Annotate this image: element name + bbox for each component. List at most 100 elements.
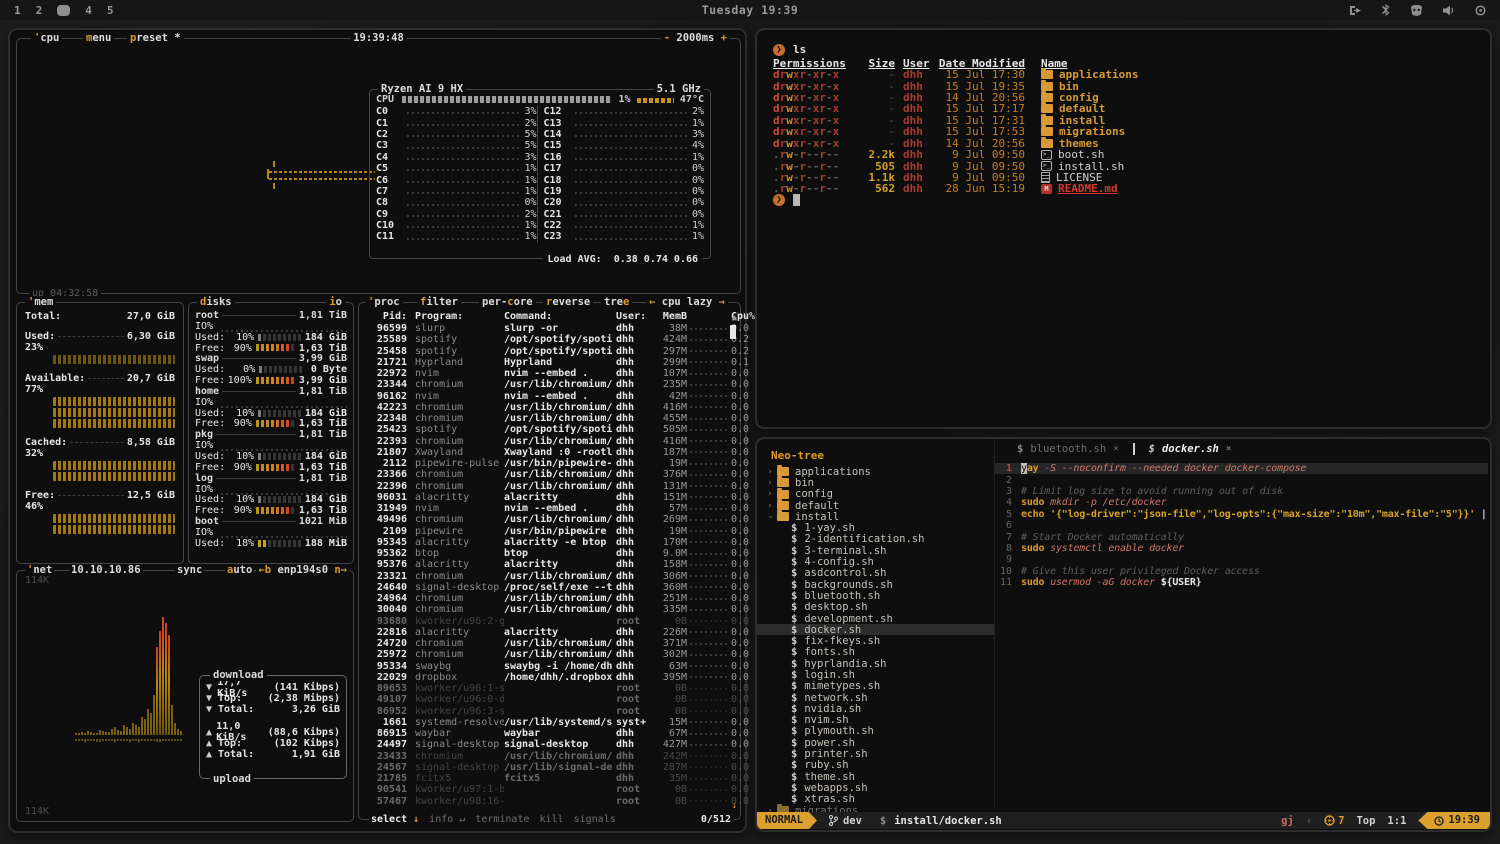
mem-box-title[interactable]: 'mem <box>25 296 56 308</box>
process-row[interactable]: 22029dropbox/home/dhh/.dropboxdhh395M0.0 <box>367 672 734 683</box>
editor-line-3[interactable]: 3# Limit log size to avoid running out o… <box>995 486 1488 497</box>
terminate-action[interactable]: terminate <box>475 814 529 825</box>
process-row[interactable]: 86915waybarwaybardhh67M0.0 <box>367 728 734 739</box>
editor-pane[interactable]: 1yay -S --noconfirm --needed docker dock… <box>994 459 1488 808</box>
process-row[interactable]: 42223chromium/usr/lib/chromium/dhh416M0.… <box>367 402 734 413</box>
process-row[interactable]: 24567signal-desktop/usr/lib/signal-dedhh… <box>367 762 734 773</box>
tree-folder-migrations[interactable]: ›migrations <box>757 805 994 812</box>
process-row[interactable]: 25972chromium/usr/lib/chromium/dhh302M0.… <box>367 649 734 660</box>
process-row[interactable]: 30040chromium/usr/lib/chromium/dhh335M0.… <box>367 604 734 615</box>
process-row[interactable]: 95362btopbtopdhh9.0M0.0 <box>367 548 734 559</box>
tree-folder-default[interactable]: ›default <box>757 500 994 511</box>
editor-line-5[interactable]: 5echo '{"log-driver":"json-file","log-op… <box>995 509 1488 520</box>
tree-file-2-identification.sh[interactable]: $2-identification.sh <box>757 534 994 545</box>
signals-action[interactable]: signals <box>574 814 616 825</box>
logout-icon[interactable] <box>1349 5 1362 16</box>
process-row[interactable]: 95334swaybgswaybg -i /home/dhdhh63M0.0 <box>367 661 734 672</box>
vpn-icon[interactable] <box>1410 5 1423 16</box>
editor-line-4[interactable]: 4sudo mkdir -p /etc/docker <box>995 497 1488 508</box>
process-row[interactable]: 96031alacrittyalacrittydhh151M0.0 <box>367 492 734 503</box>
editor-line-7[interactable]: 7# Start Docker automatically <box>995 531 1488 542</box>
editor-line-9[interactable]: 9 <box>995 554 1488 565</box>
process-row[interactable]: 49107kworker/u96:0-dmroot0B0.0 <box>367 694 734 705</box>
process-row[interactable]: 31949nvimnvim --embed .dhh57M0.0 <box>367 503 734 514</box>
info-action[interactable]: info ↵ <box>429 814 465 825</box>
tree-file-ruby.sh[interactable]: $ruby.sh <box>757 760 994 771</box>
process-row[interactable]: 24964chromium/usr/lib/chromium/dhh251M0.… <box>367 593 734 604</box>
tree-file-webapps.sh[interactable]: $webapps.sh <box>757 782 994 793</box>
process-row[interactable]: 96162nvimnvim --embed .dhh42M0.0 <box>367 391 734 402</box>
sort-selector[interactable]: ← cpu lazy → <box>646 296 728 308</box>
scroll-down-icon[interactable]: ↓ <box>732 801 737 811</box>
per-core-toggle[interactable]: per-core <box>479 296 536 308</box>
refresh-rate[interactable]: - 2000ms + <box>661 32 730 44</box>
editor-line-10[interactable]: 10# Give this user privileged Docker acc… <box>995 566 1488 577</box>
process-row[interactable]: 49496chromium/usr/lib/chromium/dhh269M0.… <box>367 514 734 525</box>
reverse-toggle[interactable]: reverse <box>543 296 593 308</box>
editor-line-11[interactable]: 11sudo usermod -aG docker ${USER} <box>995 577 1488 588</box>
proc-box-title[interactable]: 'proc <box>365 296 403 308</box>
tree-toggle[interactable]: tree <box>601 296 632 308</box>
process-row[interactable]: 24497signal-desktopsignal-desktopdhh427M… <box>367 739 734 750</box>
process-row[interactable]: 25423spotify/opt/spotify/spotidhh505M0.0 <box>367 424 734 435</box>
system-tray[interactable] <box>1349 0 1486 20</box>
close-icon[interactable]: × <box>1226 444 1231 454</box>
process-row[interactable]: 24640signal-desktop/proc/self/exe --tdhh… <box>367 582 734 593</box>
tree-file-backgrounds.sh[interactable]: $backgrounds.sh <box>757 579 994 590</box>
tree-file-nvidia.sh[interactable]: $nvidia.sh <box>757 703 994 714</box>
scroll-up-icon[interactable]: ▲ <box>732 313 737 323</box>
process-row[interactable]: 86952kworker/u96:3-sdroot0B0.0 <box>367 706 734 717</box>
tree-file-hyprlandia.sh[interactable]: $hyprlandia.sh <box>757 658 994 669</box>
kill-action[interactable]: kill <box>540 814 564 825</box>
settings-icon[interactable] <box>1475 5 1486 16</box>
tree-folder-applications[interactable]: ›applications <box>757 466 994 477</box>
tree-file-1-yay.sh[interactable]: $1-yay.sh <box>757 522 994 533</box>
bluetooth-icon[interactable] <box>1382 4 1390 16</box>
process-row[interactable]: 22972nvimnvim --embed .dhh107M0.0 <box>367 368 734 379</box>
tree-file-power.sh[interactable]: $power.sh <box>757 737 994 748</box>
process-row[interactable]: 23433chromium/usr/lib/chromium/dhh242M0.… <box>367 751 734 762</box>
proc-header[interactable]: Pid:Program:Command:User:MemBCpu% <box>367 311 734 323</box>
process-row[interactable]: 21807XwaylandXwayland :0 -rootldhh187M0.… <box>367 447 734 458</box>
process-row[interactable]: 23321chromium/usr/lib/chromium/dhh306M0.… <box>367 571 734 582</box>
editor-line-1[interactable]: 1yay -S --noconfirm --needed docker dock… <box>995 463 1488 474</box>
process-row[interactable]: 23366chromium/usr/lib/chromium/dhh376M0.… <box>367 469 734 480</box>
tree-file-printer.sh[interactable]: $printer.sh <box>757 748 994 759</box>
io-toggle[interactable]: io <box>326 296 345 308</box>
editor-line-8[interactable]: 8sudo systemctl enable docker <box>995 543 1488 554</box>
select-action[interactable]: select ↓ <box>371 814 419 825</box>
process-row[interactable]: 96599slurpslurp -ordhh38M0.0 <box>367 323 734 334</box>
tree-file-nvim.sh[interactable]: $nvim.sh <box>757 715 994 726</box>
cpu-box-title[interactable]: 'cpu <box>31 32 62 44</box>
volume-icon[interactable] <box>1443 5 1455 16</box>
preset-button[interactable]: preset * <box>127 32 184 44</box>
tree-folder-config[interactable]: ›config <box>757 489 994 500</box>
editor-line-6[interactable]: 6 <box>995 520 1488 531</box>
process-row[interactable]: 89653kworker/u96:1-sdroot0B0.0 <box>367 683 734 694</box>
process-row[interactable]: 21721HyprlandHyprlanddhh299M0.1 <box>367 357 734 368</box>
tree-file-login.sh[interactable]: $login.sh <box>757 669 994 680</box>
tree-file-3-terminal.sh[interactable]: $3-terminal.sh <box>757 545 994 556</box>
tab-bluetooth.sh[interactable]: $bluetooth.sh× <box>1005 439 1131 459</box>
tree-file-mimetypes.sh[interactable]: $mimetypes.sh <box>757 681 994 692</box>
process-row[interactable]: 95345alacrittyalacritty -e btopdhh170M0.… <box>367 537 734 548</box>
tree-file-asdcontrol.sh[interactable]: $asdcontrol.sh <box>757 568 994 579</box>
process-row[interactable]: 25589spotify/opt/spotify/spotidhh424M0.2 <box>367 334 734 345</box>
tree-file-docker.sh[interactable]: $docker.sh <box>757 624 994 635</box>
tree-file-bluetooth.sh[interactable]: $bluetooth.sh <box>757 590 994 601</box>
diagnostics-count[interactable]: 7 <box>1324 815 1344 827</box>
tree-file-fix-fkeys.sh[interactable]: $fix-fkeys.sh <box>757 635 994 646</box>
tree-file-network.sh[interactable]: $network.sh <box>757 692 994 703</box>
tree-file-fonts.sh[interactable]: $fonts.sh <box>757 647 994 658</box>
process-row[interactable]: 21785fcitx5fcitx5dhh35M0.0 <box>367 773 734 784</box>
process-row[interactable]: 25458spotify/opt/spotify/spotidhh297M0.2 <box>367 346 734 357</box>
tree-file-desktop.sh[interactable]: $desktop.sh <box>757 602 994 613</box>
filter-button[interactable]: filter <box>417 296 461 308</box>
process-row[interactable]: 22816alacrittyalacrittydhh226M0.0 <box>367 627 734 638</box>
process-row[interactable]: 95376alacrittyalacrittydhh158M0.0 <box>367 559 734 570</box>
process-row[interactable]: 23344chromium/usr/lib/chromium/dhh235M0.… <box>367 379 734 390</box>
tree-file-theme.sh[interactable]: $theme.sh <box>757 771 994 782</box>
process-row[interactable]: 93680kworker/u96:2-gfroot0B0.0 <box>367 616 734 627</box>
editor-line-2[interactable]: 2 <box>995 474 1488 485</box>
prompt-line-2[interactable]: ❯ <box>773 195 1490 206</box>
